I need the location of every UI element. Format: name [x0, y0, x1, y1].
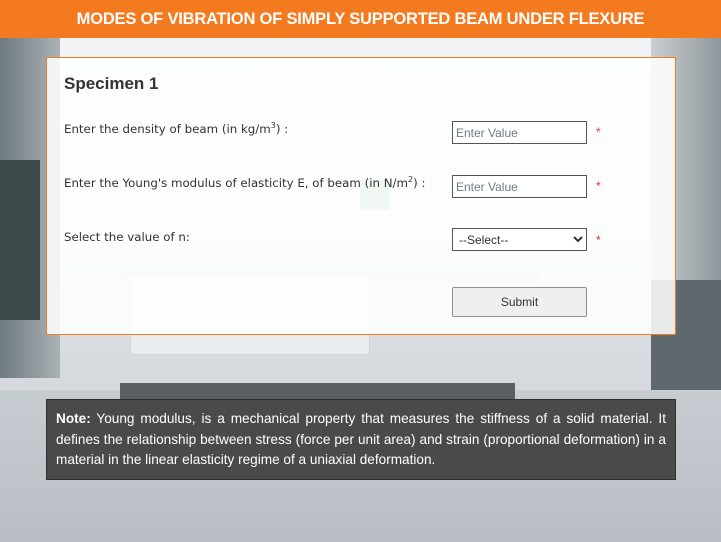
- density-label: Enter the density of beam (in kg/m3) :: [64, 121, 289, 136]
- n-value-label: Select the value of n:: [64, 230, 190, 244]
- specimen-form: Specimen 1 Enter the density of beam (in…: [46, 57, 676, 335]
- page-header: MODES OF VIBRATION OF SIMPLY SUPPORTED B…: [0, 0, 721, 38]
- note-label: Note:: [56, 411, 91, 426]
- density-required-mark: *: [596, 125, 601, 139]
- youngs-modulus-input[interactable]: [452, 175, 587, 198]
- density-input[interactable]: [452, 121, 587, 144]
- specimen-title: Specimen 1: [64, 74, 159, 93]
- n-required-mark: *: [596, 233, 601, 247]
- youngs-required-mark: *: [596, 179, 601, 193]
- page-title: MODES OF VIBRATION OF SIMPLY SUPPORTED B…: [76, 9, 645, 28]
- note-text: Young modulus, is a mechanical property …: [56, 411, 666, 467]
- submit-button[interactable]: Submit: [452, 287, 587, 317]
- n-value-select[interactable]: --Select--: [452, 228, 587, 251]
- note-box: Note: Young modulus, is a mechanical pro…: [46, 399, 676, 480]
- youngs-modulus-label: Enter the Young's modulus of elasticity …: [64, 175, 426, 190]
